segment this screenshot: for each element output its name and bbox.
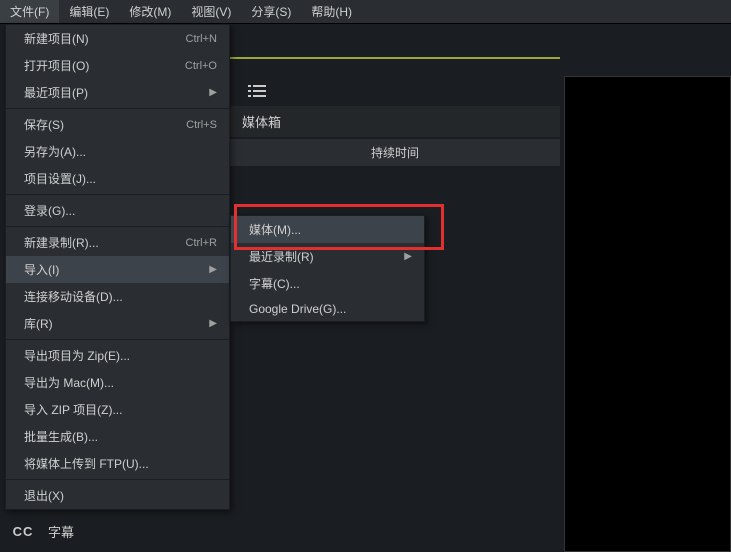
import-submenu: 媒体(M)... 最近录制(R) ▶ 字幕(C)... Google Drive(…	[230, 215, 425, 322]
menubar: 文件(F) 编辑(E) 修改(M) 视图(V) 分享(S) 帮助(H)	[0, 0, 731, 24]
library[interactable]: 库(R) ▶	[6, 310, 229, 337]
chevron-right-icon: ▶	[209, 264, 217, 275]
import-media[interactable]: 媒体(M)...	[231, 216, 424, 243]
label: 新建项目(N)	[24, 30, 89, 47]
cc-icon: CC	[12, 520, 34, 542]
label: 批量生成(B)...	[24, 428, 98, 445]
media-bin-title: 媒体箱	[230, 106, 560, 137]
import-zip[interactable]: 导入 ZIP 项目(Z)...	[6, 396, 229, 423]
sidebar-captions[interactable]: CC 字幕	[2, 512, 202, 550]
import-google-drive[interactable]: Google Drive(G)...	[231, 297, 424, 321]
label: 最近录制(R)	[249, 248, 314, 265]
open-project[interactable]: 打开项目(O) Ctrl+O	[6, 52, 229, 79]
separator	[6, 479, 229, 480]
label: 保存(S)	[24, 116, 64, 133]
new-project[interactable]: 新建项目(N) Ctrl+N	[6, 25, 229, 52]
label: 新建录制(R)...	[24, 234, 99, 251]
label: 媒体(M)...	[249, 221, 301, 238]
label: 项目设置(J)...	[24, 170, 96, 187]
menu-file[interactable]: 文件(F)	[0, 0, 59, 23]
label: 退出(X)	[24, 487, 64, 504]
separator	[6, 108, 229, 109]
menu-share[interactable]: 分享(S)	[241, 0, 301, 23]
label: 登录(G)...	[24, 202, 75, 219]
file-dropdown: 新建项目(N) Ctrl+N 打开项目(O) Ctrl+O 最近项目(P) ▶ 保存(…	[5, 24, 230, 510]
shortcut: Ctrl+R	[186, 237, 217, 249]
label: 另存为(A)...	[24, 143, 86, 160]
chevron-right-icon: ▶	[404, 251, 412, 262]
label: Google Drive(G)...	[249, 302, 346, 316]
import[interactable]: 导入(I) ▶	[6, 256, 229, 283]
menu-edit[interactable]: 编辑(E)	[59, 0, 119, 23]
shortcut: Ctrl+N	[186, 33, 217, 45]
separator	[6, 226, 229, 227]
label: 导出项目为 Zip(E)...	[24, 347, 130, 364]
import-recent-recording[interactable]: 最近录制(R) ▶	[231, 243, 424, 270]
menu-view[interactable]: 视图(V)	[181, 0, 241, 23]
recent-projects[interactable]: 最近项目(P) ▶	[6, 79, 229, 106]
accent-bar	[230, 57, 560, 59]
export-zip[interactable]: 导出项目为 Zip(E)...	[6, 342, 229, 369]
upload-ftp[interactable]: 将媒体上传到 FTP(U)...	[6, 450, 229, 477]
label: 连接移动设备(D)...	[24, 288, 123, 305]
export-mac[interactable]: 导出为 Mac(M)...	[6, 369, 229, 396]
label: 将媒体上传到 FTP(U)...	[24, 455, 149, 472]
label: 导出为 Mac(M)...	[24, 374, 114, 391]
exit[interactable]: 退出(X)	[6, 482, 229, 509]
new-recording[interactable]: 新建录制(R)... Ctrl+R	[6, 229, 229, 256]
preview-canvas	[564, 76, 731, 552]
separator	[6, 194, 229, 195]
label: 字幕(C)...	[249, 275, 300, 292]
duration-column[interactable]: 持续时间	[230, 139, 560, 166]
sidebar-item-label: 字幕	[48, 522, 74, 541]
save-as[interactable]: 另存为(A)...	[6, 138, 229, 165]
label: 最近项目(P)	[24, 84, 88, 101]
chevron-right-icon: ▶	[209, 318, 217, 329]
label: 导入 ZIP 项目(Z)...	[24, 401, 122, 418]
label: 库(R)	[24, 315, 53, 332]
project-settings[interactable]: 项目设置(J)...	[6, 165, 229, 192]
label: 导入(I)	[24, 261, 59, 278]
media-panel: 媒体箱 持续时间	[230, 76, 560, 156]
label: 打开项目(O)	[24, 57, 89, 74]
shortcut: Ctrl+S	[186, 119, 217, 131]
sign-in[interactable]: 登录(G)...	[6, 197, 229, 224]
import-captions[interactable]: 字幕(C)...	[231, 270, 424, 297]
menu-modify[interactable]: 修改(M)	[119, 0, 181, 23]
chevron-right-icon: ▶	[209, 87, 217, 98]
list-view-tab[interactable]	[230, 78, 284, 104]
shortcut: Ctrl+O	[185, 60, 217, 72]
separator	[6, 339, 229, 340]
connect-mobile[interactable]: 连接移动设备(D)...	[6, 283, 229, 310]
list-icon	[248, 84, 266, 98]
batch-produce[interactable]: 批量生成(B)...	[6, 423, 229, 450]
save[interactable]: 保存(S) Ctrl+S	[6, 111, 229, 138]
menu-help[interactable]: 帮助(H)	[301, 0, 362, 23]
